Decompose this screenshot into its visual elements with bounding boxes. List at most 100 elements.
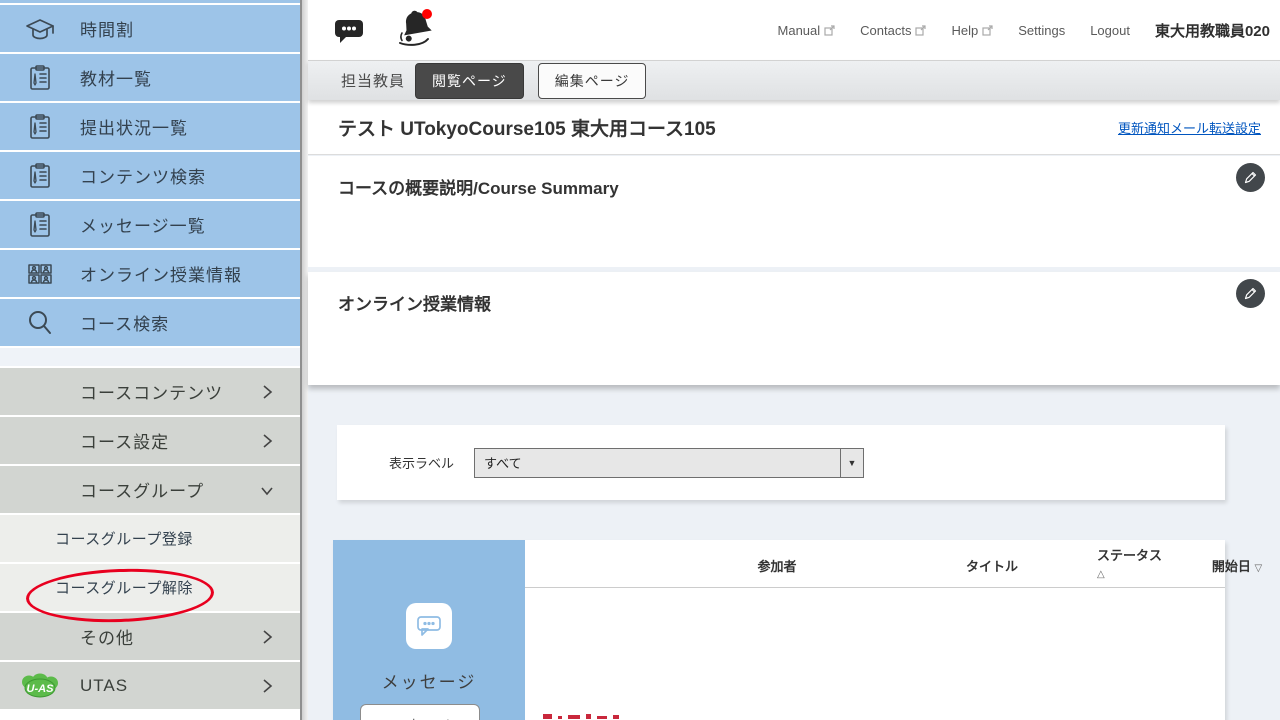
sidebar-group-course-settings[interactable]: コース設定: [0, 417, 300, 464]
settings-link-label: Settings: [1018, 23, 1065, 38]
sidebar-item-course-search[interactable]: コース検索: [0, 299, 300, 346]
chevron-right-icon: [258, 677, 276, 695]
sidebar-group-label: コース設定: [80, 428, 169, 453]
sidebar-item-label: UTAS: [80, 676, 128, 696]
sidebar-group-others[interactable]: その他: [0, 613, 300, 660]
column-start-date-sortable[interactable]: 開始日 ▽: [1197, 556, 1277, 575]
sidebar-item-materials[interactable]: 教材一覧: [0, 54, 300, 101]
utas-logo-icon: U-AS: [0, 673, 80, 699]
sidebar-item-label: 提出状況一覧: [80, 114, 188, 139]
course-title-bar: テスト UTokyoCourse105 東大用コース105 更新通知メール転送設…: [308, 100, 1280, 155]
view-tabbar: 担当教員 閲覧ページ 編集ページ: [308, 60, 1280, 100]
sidebar-group-course-contents[interactable]: コースコンテンツ: [0, 368, 300, 415]
speech-bubble-icon: [415, 613, 443, 639]
sidebar-item-label: オンライン授業情報: [80, 261, 242, 286]
course-summary-section: コースの概要説明/Course Summary: [308, 156, 1280, 267]
clipboard-icon: [0, 161, 80, 191]
tile-label: メッセージ: [333, 668, 525, 693]
main-content: Manual Contacts Help Settings Logout 東: [308, 0, 1280, 720]
clipped-red-text: [543, 713, 619, 719]
sidebar-top-sliver: [0, 0, 300, 3]
notification-bell-icon[interactable]: [394, 6, 436, 52]
svg-text:U-AS: U-AS: [27, 683, 55, 695]
graduation-cap-icon: [0, 13, 80, 45]
speech-bubble-tile: [406, 603, 452, 649]
display-label-caption: 表示ラベル: [389, 453, 454, 472]
message-table-card: メッセージ コース内メッセー 参加者 タイトル ステータス △ 開始日 ▽ 最終…: [333, 540, 1225, 720]
logout-link[interactable]: Logout: [1090, 23, 1130, 38]
label-filter-select[interactable]: すべて ▼: [474, 448, 864, 478]
search-icon: [0, 308, 80, 338]
sidebar-subitem-course-group-register[interactable]: コースグループ登録: [0, 515, 300, 562]
section-heading: オンライン授業情報: [338, 290, 491, 315]
sidebar-item-timetable[interactable]: 時間割: [0, 5, 300, 52]
clipboard-icon: [0, 210, 80, 240]
manual-link[interactable]: Manual: [778, 23, 836, 38]
sidebar: 時間割 教材一覧 提出状況一覧: [0, 0, 300, 720]
online-class-section: オンライン授業情報: [308, 272, 1280, 385]
sidebar-subitem-label: コースグループ登録: [55, 528, 193, 549]
pencil-icon: [1243, 286, 1258, 301]
sidebar-item-label: コース検索: [80, 310, 169, 335]
update-mail-forward-link[interactable]: 更新通知メール転送設定: [1118, 118, 1261, 137]
sidebar-item-label: コンテンツ検索: [80, 163, 206, 188]
contacts-link[interactable]: Contacts: [860, 23, 926, 38]
label-filter-selected-value: すべて: [475, 449, 840, 477]
external-link-icon: [824, 25, 835, 36]
chevron-right-icon: [258, 628, 276, 646]
message-table-header: 参加者 タイトル ステータス △ 開始日 ▽ 最終更新日 ▽: [525, 540, 1225, 588]
course-message-button[interactable]: コース内メッセー: [360, 704, 480, 720]
sidebar-item-submission-status[interactable]: 提出状況一覧: [0, 103, 300, 150]
sidebar-item-label: 教材一覧: [80, 65, 152, 90]
edit-online-class-button[interactable]: [1236, 279, 1265, 308]
contacts-link-label: Contacts: [860, 23, 911, 38]
messages-icon[interactable]: [333, 16, 365, 46]
column-status-label: ステータス: [1097, 548, 1162, 563]
sidebar-section-gap: [0, 348, 300, 366]
itc-lms-app: 時間割 教材一覧 提出状況一覧: [0, 0, 1280, 720]
sidebar-item-label: メッセージ一覧: [80, 212, 206, 237]
header-links: Manual Contacts Help Settings Logout 東: [778, 0, 1270, 60]
message-category-tile[interactable]: メッセージ コース内メッセー: [333, 540, 525, 720]
sidebar-item-content-search[interactable]: コンテンツ検索: [0, 152, 300, 199]
settings-link[interactable]: Settings: [1018, 23, 1065, 38]
sidebar-group-course-group[interactable]: コースグループ: [0, 466, 300, 513]
sidebar-item-online-class[interactable]: オンライン授業情報: [0, 250, 300, 297]
external-link-icon: [915, 25, 926, 36]
column-status-sortable[interactable]: ステータス △: [1097, 548, 1171, 582]
logged-in-user: 東大用教職員020: [1155, 20, 1270, 41]
sidebar-main-divider: [300, 0, 308, 720]
clipboard-icon: [0, 112, 80, 142]
chevron-right-icon: [258, 432, 276, 450]
sidebar-group-label: コースグループ: [80, 477, 204, 502]
help-link-label: Help: [951, 23, 978, 38]
logout-link-label: Logout: [1090, 23, 1130, 38]
column-start-date-label: 開始日: [1212, 559, 1251, 574]
sort-desc-icon: ▽: [1254, 563, 1262, 574]
sort-asc-icon[interactable]: △: [1097, 569, 1105, 580]
sidebar-group-label: コースコンテンツ: [80, 379, 223, 404]
sidebar-item-label: 時間割: [80, 16, 134, 41]
external-link-icon: [982, 25, 993, 36]
label-filter-panel: 表示ラベル すべて ▼: [337, 425, 1225, 500]
sidebar-subitem-label: コースグループ解除: [55, 577, 193, 598]
section-heading: コースの概要説明/Course Summary: [338, 174, 619, 199]
sidebar-subitem-course-group-remove[interactable]: コースグループ解除: [0, 564, 300, 611]
column-title: タイトル: [952, 556, 1032, 575]
top-header: Manual Contacts Help Settings Logout 東: [308, 0, 1280, 60]
edit-summary-button[interactable]: [1236, 163, 1265, 192]
tab-view-page[interactable]: 閲覧ページ: [415, 63, 524, 99]
video-grid-icon: [0, 259, 80, 289]
role-label: 担当教員: [341, 70, 405, 91]
column-participants: 参加者: [747, 556, 807, 575]
manual-link-label: Manual: [778, 23, 821, 38]
clipboard-icon: [0, 63, 80, 93]
sidebar-item-message-list[interactable]: メッセージ一覧: [0, 201, 300, 248]
tab-edit-page[interactable]: 編集ページ: [538, 63, 647, 99]
pencil-icon: [1243, 170, 1258, 185]
chevron-down-icon: [258, 481, 276, 499]
page-title: テスト UTokyoCourse105 東大用コース105: [338, 114, 716, 141]
sidebar-group-label: その他: [80, 624, 134, 649]
help-link[interactable]: Help: [951, 23, 993, 38]
sidebar-item-utas[interactable]: U-AS UTAS: [0, 662, 300, 709]
